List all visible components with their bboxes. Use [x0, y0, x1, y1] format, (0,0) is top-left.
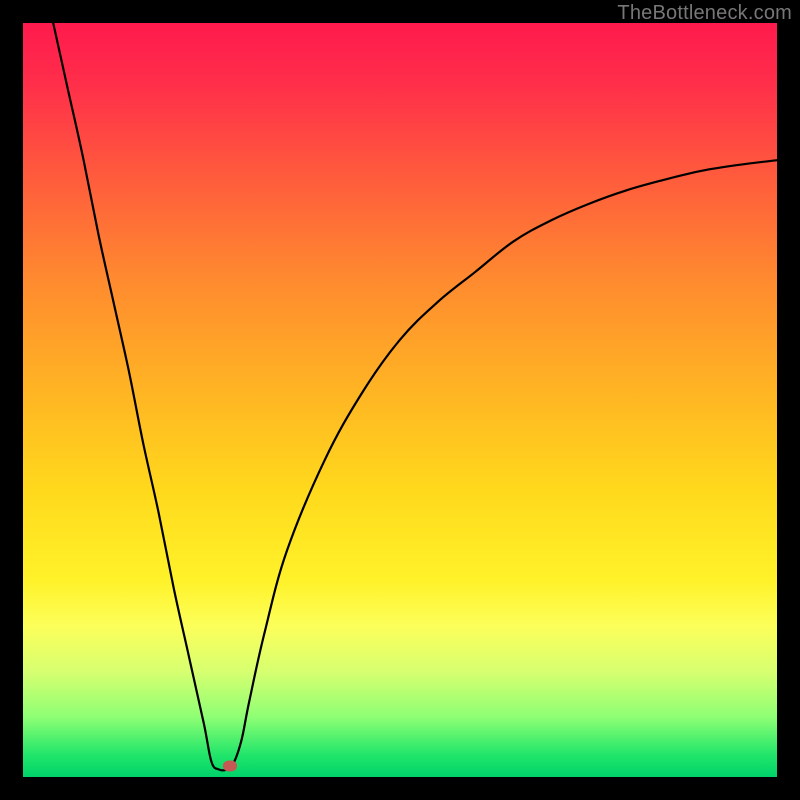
curve-path: [53, 23, 777, 770]
optimal-point-marker: [223, 760, 237, 771]
watermark-text: TheBottleneck.com: [617, 2, 792, 25]
bottleneck-curve: [23, 23, 777, 777]
chart-plot-area: [23, 23, 777, 777]
